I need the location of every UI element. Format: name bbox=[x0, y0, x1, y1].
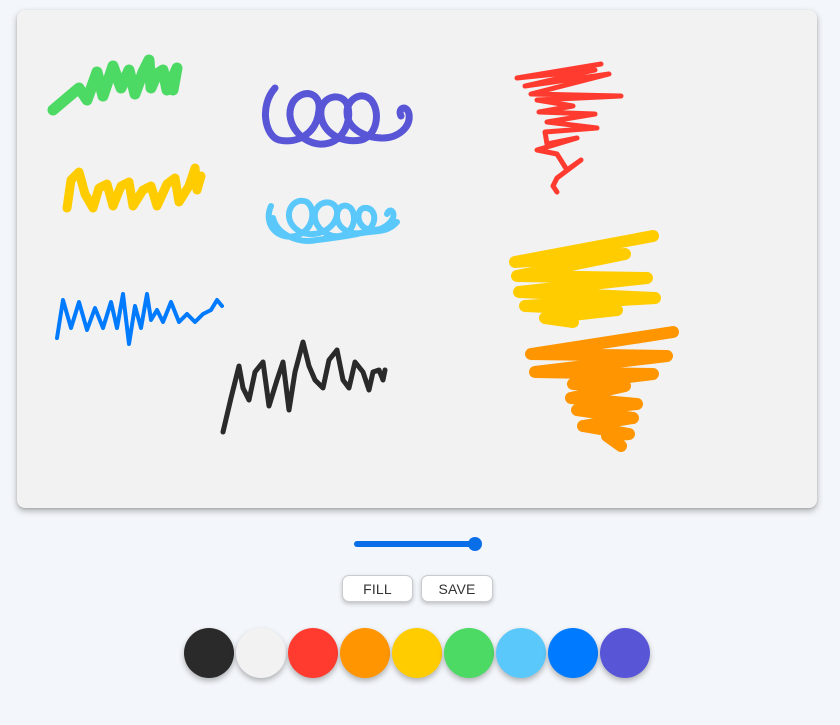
stroke-green bbox=[47, 54, 183, 116]
color-swatch-light-blue[interactable] bbox=[496, 628, 546, 678]
fill-button[interactable]: FILL bbox=[342, 575, 413, 602]
color-swatch-red[interactable] bbox=[288, 628, 338, 678]
brush-size-slider[interactable] bbox=[354, 537, 482, 551]
stroke-yellow bbox=[62, 163, 206, 213]
slider-fill bbox=[354, 541, 475, 547]
slider-thumb[interactable] bbox=[468, 537, 482, 551]
save-button[interactable]: SAVE bbox=[421, 575, 493, 602]
stroke-blue bbox=[55, 292, 224, 346]
drawing-surface[interactable] bbox=[17, 10, 817, 508]
stroke-black bbox=[220, 339, 388, 435]
stroke-purple bbox=[261, 84, 413, 148]
stroke-orange-zigzag bbox=[525, 326, 679, 452]
color-palette bbox=[184, 628, 650, 678]
color-swatch-black[interactable] bbox=[184, 628, 234, 678]
color-swatch-white[interactable] bbox=[236, 628, 286, 678]
color-swatch-purple[interactable] bbox=[600, 628, 650, 678]
color-swatch-green[interactable] bbox=[444, 628, 494, 678]
color-swatch-blue[interactable] bbox=[548, 628, 598, 678]
toolbar: FILL SAVE bbox=[342, 575, 493, 602]
stroke-red bbox=[514, 61, 624, 195]
color-swatch-yellow[interactable] bbox=[392, 628, 442, 678]
drawing-canvas[interactable] bbox=[17, 10, 817, 508]
stroke-light-blue bbox=[265, 197, 400, 244]
stroke-yellow-zigzag bbox=[509, 230, 661, 328]
color-swatch-orange[interactable] bbox=[340, 628, 390, 678]
